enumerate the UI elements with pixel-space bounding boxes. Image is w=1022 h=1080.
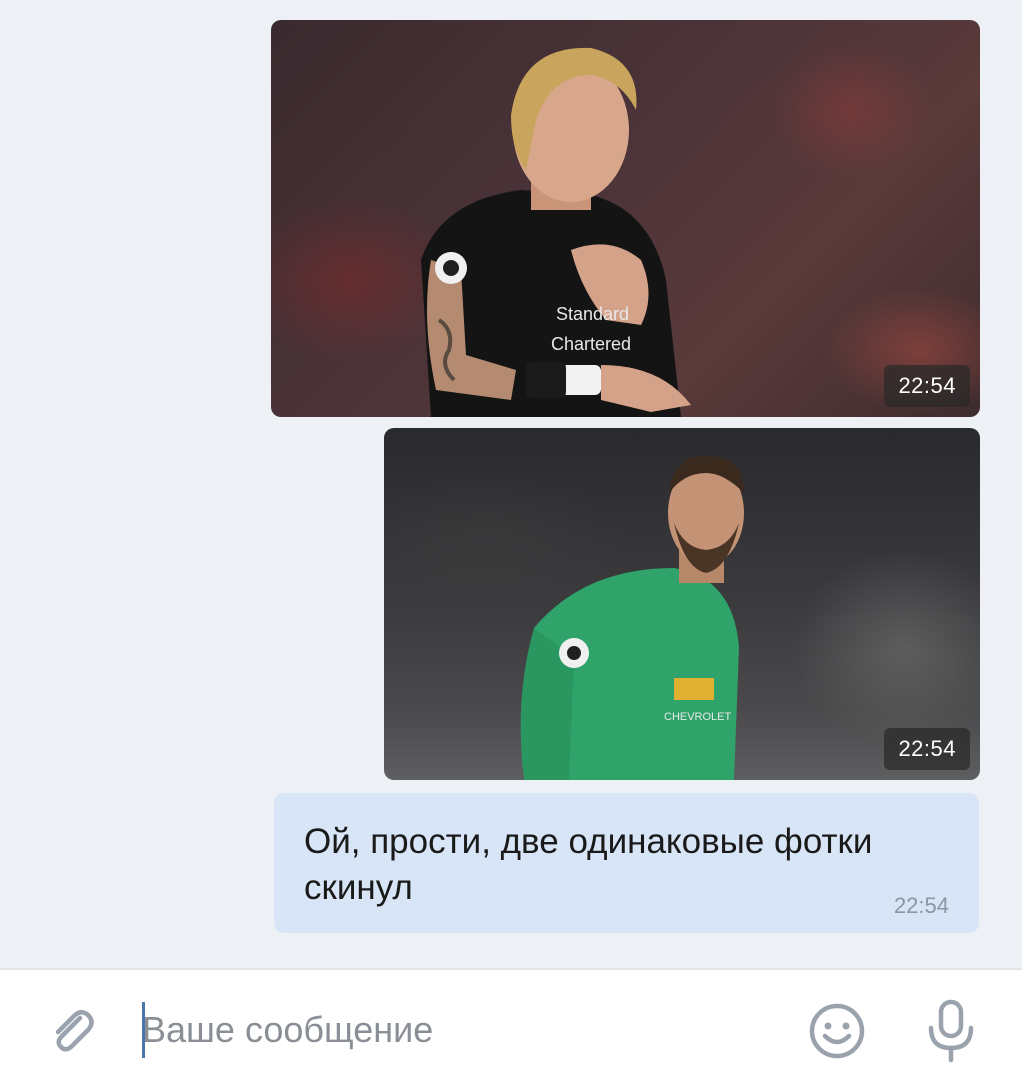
emoji-button[interactable] (806, 1000, 868, 1062)
microphone-icon (928, 999, 974, 1063)
text-caret (142, 1002, 145, 1058)
message-input[interactable] (142, 1000, 762, 1060)
message-text: Ой, прости, две одинаковые фотки скинул (304, 822, 873, 907)
svg-text:Standard: Standard (556, 304, 629, 324)
chat-history: Standard Chartered 22:54 CHEVROLET 22:54 (0, 0, 1022, 968)
photo-1-timestamp: 22:54 (884, 365, 970, 407)
message-input-wrapper[interactable] (142, 1000, 762, 1060)
smiley-icon (809, 1003, 865, 1059)
svg-text:CHEVROLET: CHEVROLET (664, 711, 732, 723)
paperclip-icon (55, 1010, 94, 1052)
message-timestamp: 22:54 (893, 893, 949, 918)
photo-message-2[interactable]: CHEVROLET 22:54 (384, 428, 980, 780)
message-composer (0, 968, 1022, 1080)
photo-2-timestamp: 22:54 (884, 728, 970, 770)
photo-1-image: Standard Chartered (421, 47, 691, 417)
attach-button[interactable] (42, 1000, 102, 1060)
voice-message-button[interactable] (920, 996, 982, 1066)
text-message-bubble[interactable]: Ой, прости, две одинаковые фотки скинул … (274, 793, 979, 933)
photo-message-1[interactable]: Standard Chartered 22:54 (271, 20, 980, 417)
svg-text:Chartered: Chartered (551, 334, 631, 354)
